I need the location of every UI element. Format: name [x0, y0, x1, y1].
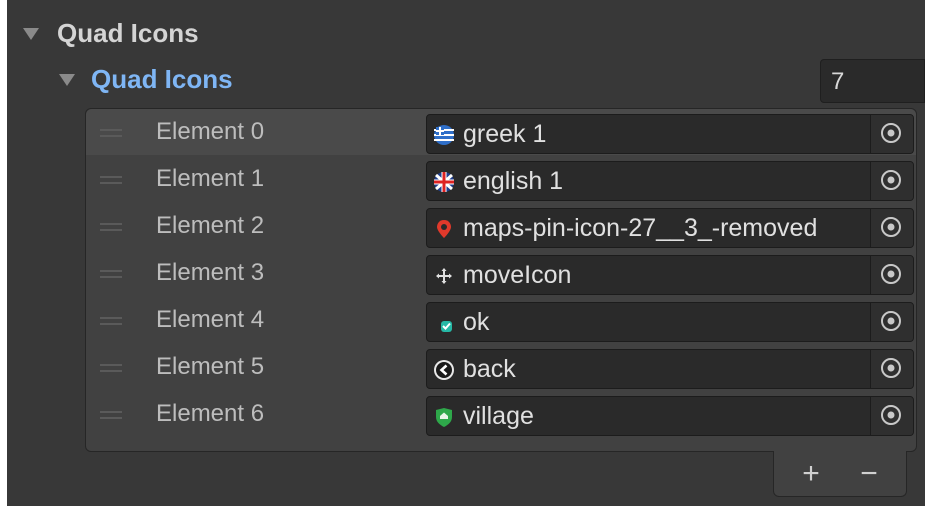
object-name: back [463, 355, 516, 383]
foldout-arrow-icon[interactable] [59, 73, 75, 86]
object-picker-icon[interactable] [870, 162, 913, 200]
object-name: maps-pin-icon-27__3_-removed [463, 214, 818, 242]
list-item: Element 4 ok [86, 297, 916, 343]
inner-foldout-label[interactable]: Quad Icons [91, 64, 233, 95]
list-footer: + − [773, 451, 907, 497]
drag-handle[interactable] [100, 176, 122, 184]
object-picker-icon[interactable] [870, 209, 913, 247]
list-item: Element 2 maps-pin-icon-27__3_-removed [86, 203, 916, 249]
object-picker-icon[interactable] [870, 256, 913, 294]
object-field[interactable]: english 1 [426, 161, 914, 201]
element-label: Element 1 [156, 165, 265, 192]
object-field[interactable]: greek 1 [426, 114, 914, 154]
object-picker-icon[interactable] [870, 350, 913, 388]
element-label: Element 3 [156, 259, 265, 286]
object-name: ok [463, 308, 490, 336]
array-size-field[interactable]: 7 [820, 59, 925, 103]
object-picker-icon[interactable] [870, 303, 913, 341]
inner-foldout[interactable]: Quad Icons [59, 64, 233, 95]
reorderable-list: Element 0 greek 1 Element 1 english 1 El… [85, 108, 917, 452]
drag-handle[interactable] [100, 317, 122, 325]
drag-handle[interactable] [100, 364, 122, 372]
object-name: greek 1 [463, 120, 547, 148]
drag-handle[interactable] [100, 129, 122, 137]
drag-handle[interactable] [100, 270, 122, 278]
element-label: Element 4 [156, 306, 265, 333]
list-item: Element 5 back [86, 344, 916, 390]
move-icon [433, 265, 455, 287]
element-label: Element 2 [156, 212, 265, 239]
element-label: Element 5 [156, 353, 265, 380]
object-field[interactable]: back [426, 349, 914, 389]
element-label: Element 0 [156, 118, 265, 145]
list-item: Element 0 greek 1 [86, 109, 916, 155]
village-shield-icon [433, 406, 455, 428]
object-field[interactable]: ok [426, 302, 914, 342]
remove-element-button[interactable]: − [852, 457, 886, 491]
ok-icon [433, 312, 455, 334]
object-picker-icon[interactable] [870, 115, 913, 153]
foldout-arrow-icon[interactable] [23, 27, 39, 40]
back-icon [433, 359, 455, 381]
object-field[interactable]: village [426, 396, 914, 436]
list-item: Element 1 english 1 [86, 156, 916, 202]
list-item: Element 3 moveIcon [86, 250, 916, 296]
map-pin-icon [433, 218, 455, 240]
drag-handle[interactable] [100, 223, 122, 231]
object-name: moveIcon [463, 261, 572, 289]
list-item: Element 6 village [86, 391, 916, 437]
element-label: Element 6 [156, 400, 265, 427]
drag-handle[interactable] [100, 411, 122, 419]
greek-flag-icon [433, 124, 455, 146]
inspector-panel: Quad Icons Quad Icons 7 Element 0 greek … [7, 0, 925, 506]
object-field[interactable]: moveIcon [426, 255, 914, 295]
outer-foldout-label[interactable]: Quad Icons [57, 18, 199, 49]
object-picker-icon[interactable] [870, 397, 913, 435]
uk-flag-icon [433, 171, 455, 193]
object-name: village [463, 402, 534, 430]
add-element-button[interactable]: + [794, 457, 828, 491]
object-name: english 1 [463, 167, 564, 195]
object-field[interactable]: maps-pin-icon-27__3_-removed [426, 208, 914, 248]
outer-foldout[interactable]: Quad Icons [23, 18, 199, 49]
